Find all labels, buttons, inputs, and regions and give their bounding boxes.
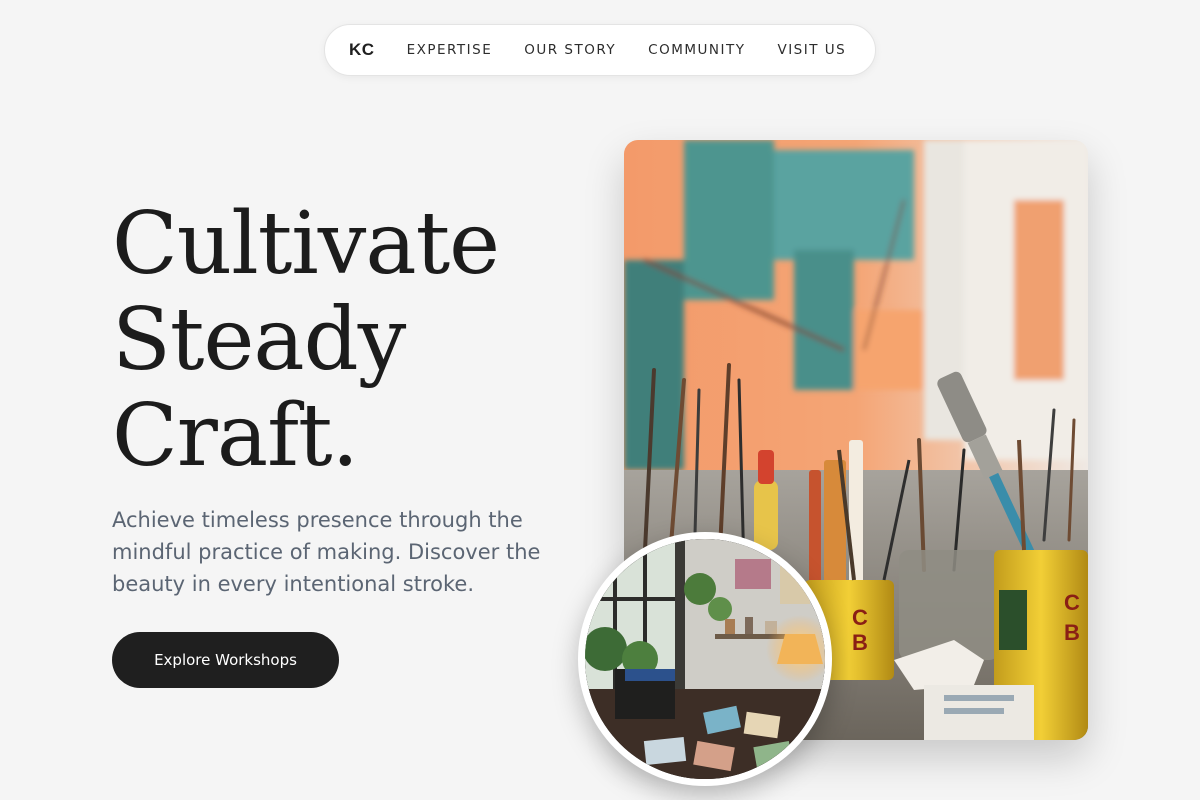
- svg-text:C: C: [1064, 590, 1080, 615]
- hero-subtext: Achieve timeless presence through the mi…: [112, 508, 541, 596]
- svg-text:B: B: [1064, 620, 1080, 645]
- nav-link-visit-us[interactable]: VISIT US: [777, 42, 846, 58]
- headline-line-1: Cultivate: [112, 194, 500, 294]
- headline-line-2: Steady: [112, 290, 406, 390]
- nav-link-community[interactable]: COMMUNITY: [648, 42, 745, 58]
- hero-headline: Cultivate Steady Craft.: [112, 194, 500, 486]
- nav-link-expertise[interactable]: EXPERTISE: [407, 42, 493, 58]
- landing-page: KC EXPERTISE OUR STORY COMMUNITY VISIT U…: [0, 0, 1200, 800]
- logo[interactable]: KC: [349, 40, 375, 60]
- studio-interior-photo: [578, 532, 832, 786]
- explore-workshops-button[interactable]: Explore Workshops: [112, 632, 339, 688]
- headline-line-3: Craft.: [112, 386, 359, 486]
- top-nav: KC EXPERTISE OUR STORY COMMUNITY VISIT U…: [324, 24, 876, 76]
- nav-link-our-story[interactable]: OUR STORY: [524, 42, 616, 58]
- svg-text:B: B: [852, 630, 868, 655]
- svg-text:C: C: [852, 605, 868, 630]
